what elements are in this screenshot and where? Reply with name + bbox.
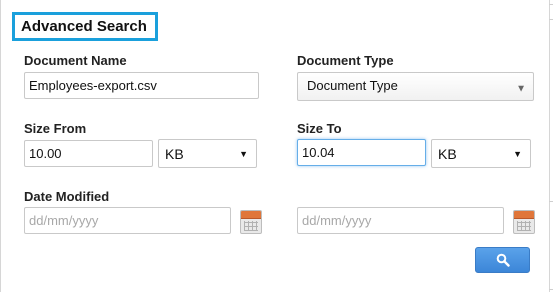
calendar-icon[interactable] xyxy=(513,210,535,234)
panel-left-border xyxy=(0,0,1,292)
size-from-input[interactable] xyxy=(24,140,153,167)
frame-edge-mark xyxy=(549,19,553,20)
size-from-label: Size From xyxy=(24,121,87,136)
size-to-unit-value: KB xyxy=(438,145,457,162)
calendar-icon[interactable] xyxy=(240,210,262,234)
size-to-input[interactable] xyxy=(297,139,426,166)
panel-title-text: Advanced Search xyxy=(21,18,147,35)
date-modified-label: Date Modified xyxy=(24,189,110,204)
frame-edge-mark xyxy=(549,289,553,290)
dropdown-arrow-icon: ▼ xyxy=(516,83,526,95)
search-icon xyxy=(496,253,510,267)
document-type-label: Document Type xyxy=(297,53,394,68)
panel-title: Advanced Search xyxy=(12,12,158,41)
size-to-unit-select[interactable]: KB ▼ xyxy=(431,139,531,168)
document-type-select[interactable]: Document Type ▼ xyxy=(297,72,534,101)
size-from-unit-select[interactable]: KB ▼ xyxy=(158,139,257,168)
document-type-selected: Document Type xyxy=(307,78,398,93)
date-from-input[interactable] xyxy=(24,207,231,234)
size-from-unit-value: KB xyxy=(165,145,184,162)
date-to-input[interactable] xyxy=(297,207,504,234)
size-to-label: Size To xyxy=(297,121,342,136)
document-name-input[interactable] xyxy=(24,72,259,99)
frame-edge-mark xyxy=(549,201,553,202)
frame-edge-mark xyxy=(549,4,553,5)
dropdown-arrow-icon: ▼ xyxy=(513,148,522,159)
document-name-label: Document Name xyxy=(24,53,127,68)
search-button[interactable] xyxy=(475,247,530,273)
dropdown-arrow-icon: ▼ xyxy=(239,148,248,159)
panel-right-border xyxy=(549,0,550,292)
